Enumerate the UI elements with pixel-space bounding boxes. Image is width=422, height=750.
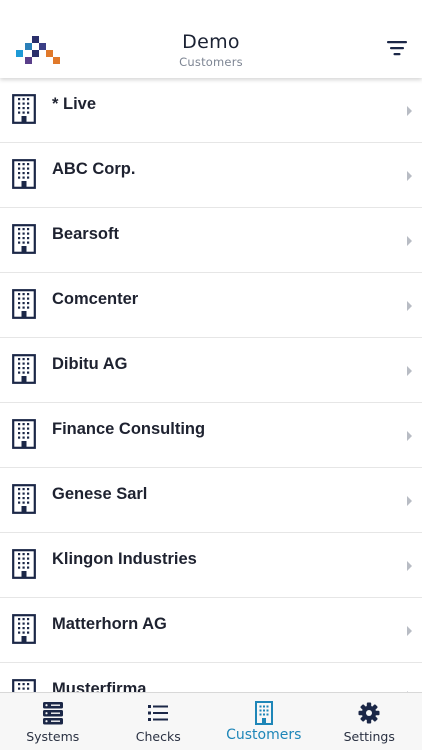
building-icon (12, 549, 36, 579)
customer-row[interactable]: Finance Consulting (0, 403, 422, 468)
chevron-right-icon (407, 431, 412, 441)
customer-row[interactable]: ABC Corp. (0, 143, 422, 208)
building-icon (12, 614, 36, 644)
customer-row[interactable]: Klingon Industries (0, 533, 422, 598)
filter-icon[interactable] (387, 39, 409, 57)
customer-row[interactable]: Musterfirma (0, 663, 422, 692)
customer-row[interactable]: Genese Sarl (0, 468, 422, 533)
chevron-right-icon (407, 171, 412, 181)
customer-row[interactable]: Bearsoft (0, 208, 422, 273)
building-icon (12, 354, 36, 384)
tab-checks[interactable]: Checks (106, 693, 212, 750)
chevron-right-icon (407, 236, 412, 246)
building-icon (12, 679, 36, 692)
chevron-right-icon (407, 366, 412, 376)
customer-row[interactable]: Matterhorn AG (0, 598, 422, 663)
building-icon (12, 159, 36, 189)
app-screen: Demo Customers * Live ABC Corp. Bearsoft Co… (0, 0, 422, 750)
customer-row[interactable]: Comcenter (0, 273, 422, 338)
tab-systems[interactable]: Systems (0, 693, 106, 750)
customer-row[interactable]: Dibitu AG (0, 338, 422, 403)
tab-label-customers: Customers (226, 727, 302, 743)
chevron-right-icon (407, 626, 412, 636)
customer-name: ABC Corp. (52, 160, 136, 178)
customer-name: Musterfirma (52, 680, 147, 692)
customer-list: * Live ABC Corp. Bearsoft Comcenter Dibitu A… (0, 78, 422, 692)
page-title: Demo (182, 31, 240, 53)
customer-name: Genese Sarl (52, 485, 148, 503)
chevron-right-icon (407, 561, 412, 571)
tab-label-checks: Checks (135, 729, 181, 744)
customer-name: Comcenter (52, 290, 139, 308)
customer-name: Bearsoft (52, 225, 119, 243)
header-bar: Demo Customers (0, 0, 422, 78)
tab-label-systems: Systems (26, 729, 80, 744)
customer-name: Dibitu AG (52, 355, 128, 373)
tab-bar: Systems Checks Customers Settings (0, 692, 422, 750)
chevron-right-icon (407, 496, 412, 506)
list-icon (148, 705, 169, 721)
building-icon (12, 419, 36, 449)
building-icon (12, 224, 36, 254)
building-icon (254, 701, 273, 725)
building-icon (12, 94, 36, 124)
customer-name: Matterhorn AG (52, 615, 167, 633)
tab-label-settings: Settings (343, 729, 395, 744)
tab-settings[interactable]: Settings (317, 693, 422, 750)
building-icon (12, 484, 36, 514)
customer-name: * Live (52, 95, 97, 113)
gear-icon (358, 702, 380, 724)
chevron-right-icon (407, 301, 412, 311)
server-icon (42, 702, 63, 725)
page-subtitle: Customers (179, 55, 243, 69)
customer-name: Klingon Industries (52, 550, 197, 568)
building-icon (12, 289, 36, 319)
chevron-right-icon (407, 106, 412, 116)
customer-name: Finance Consulting (52, 420, 206, 438)
tab-customers[interactable]: Customers (211, 693, 317, 750)
customer-row[interactable]: * Live (0, 78, 422, 143)
